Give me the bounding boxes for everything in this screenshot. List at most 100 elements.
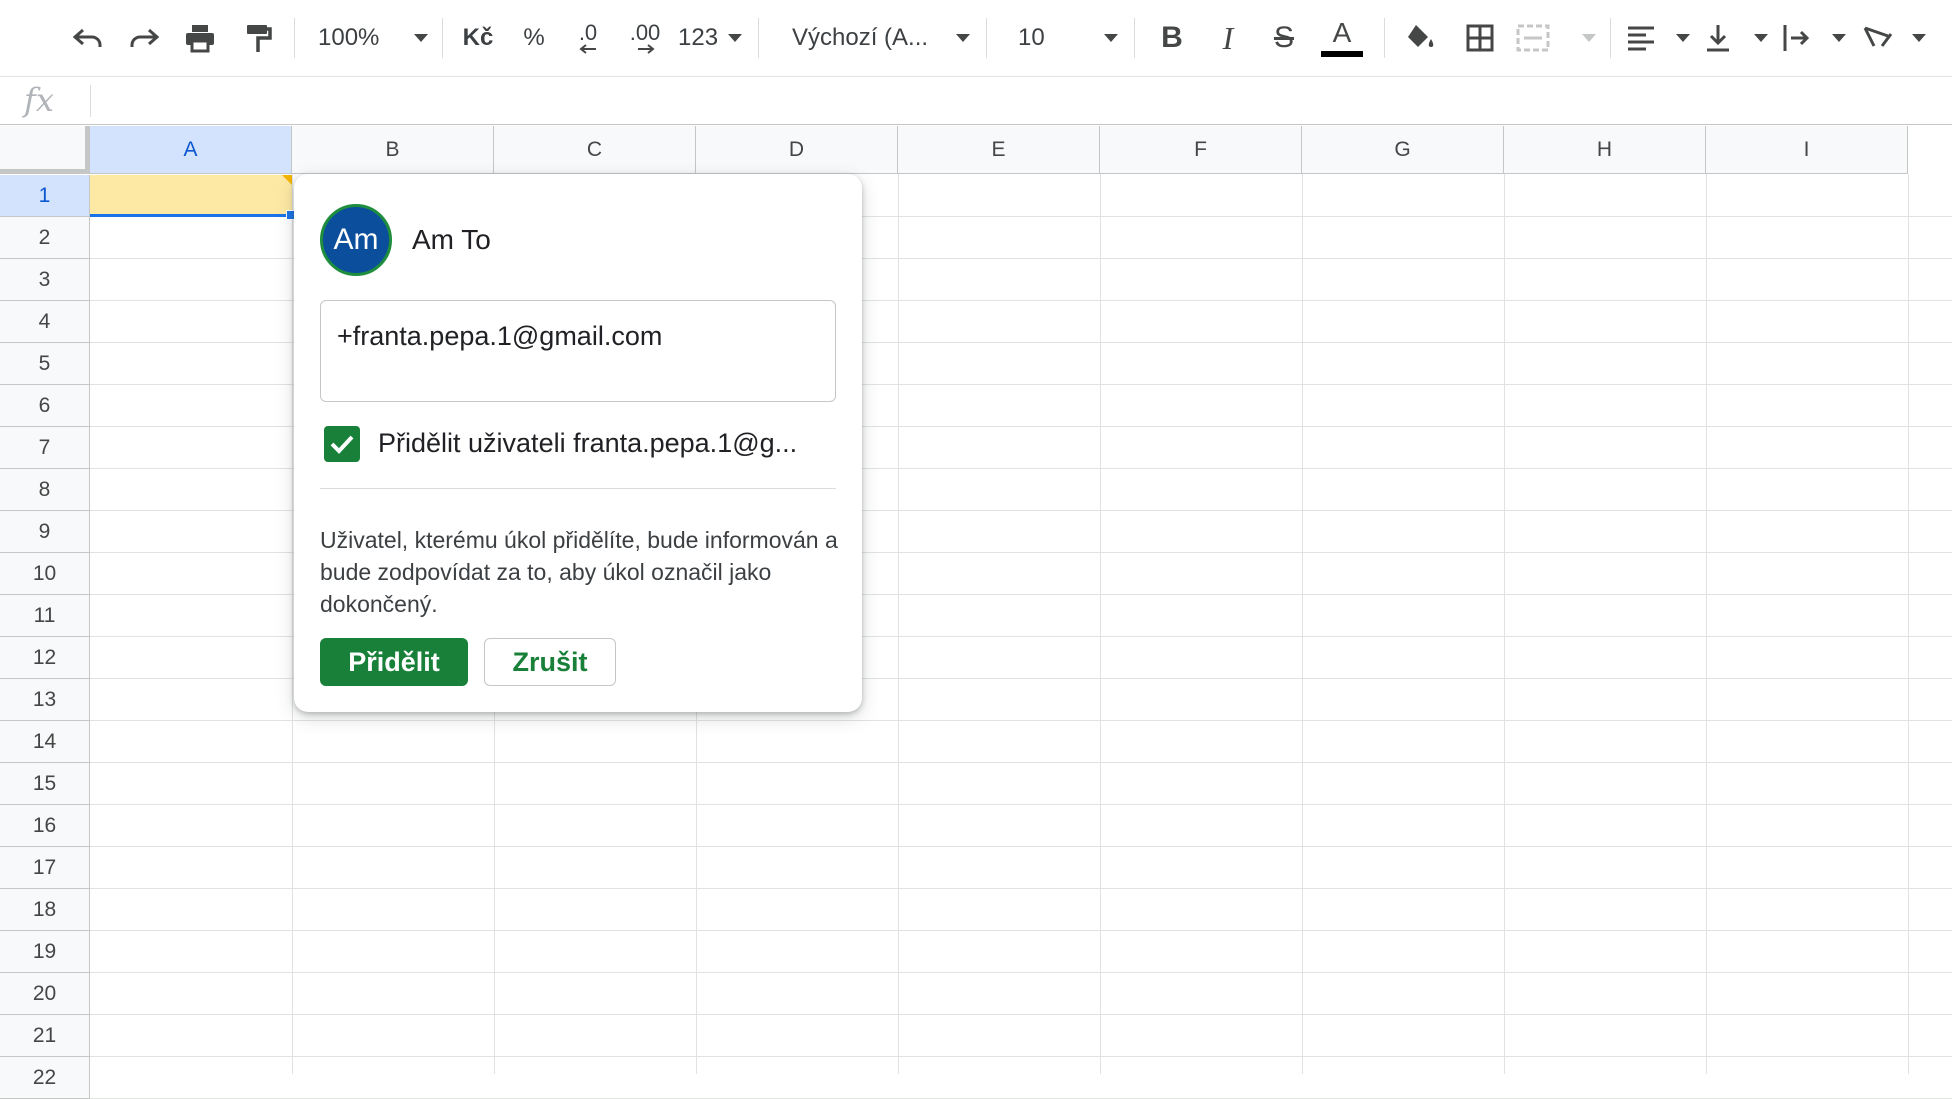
horizontal-align-icon bbox=[1628, 26, 1654, 51]
toolbar-divider bbox=[1134, 18, 1135, 58]
row-header-22[interactable]: 22 bbox=[0, 1057, 90, 1099]
assign-task-popup: Am Am To +franta.pepa.1@gmail.com Přiděl… bbox=[294, 174, 862, 712]
popup-divider bbox=[320, 488, 836, 489]
undo-icon[interactable] bbox=[66, 14, 110, 62]
chevron-down-icon bbox=[1104, 34, 1118, 42]
number-format-select[interactable]: 123 bbox=[678, 14, 742, 62]
font-family-select[interactable]: Výchozí (A... bbox=[792, 14, 970, 62]
row-header-11[interactable]: 11 bbox=[0, 595, 90, 637]
row-header-9[interactable]: 9 bbox=[0, 511, 90, 553]
borders-icon[interactable] bbox=[1458, 14, 1502, 62]
column-header-h[interactable]: H bbox=[1504, 126, 1706, 174]
assign-button[interactable]: Přidělit bbox=[320, 638, 468, 686]
font-size-select[interactable]: 10 bbox=[1018, 14, 1118, 62]
row-header-4[interactable]: 4 bbox=[0, 301, 90, 343]
print-icon[interactable] bbox=[178, 14, 222, 62]
chevron-down-icon bbox=[1582, 34, 1596, 42]
chevron-down-icon bbox=[1754, 34, 1768, 42]
row-header-6[interactable]: 6 bbox=[0, 385, 90, 427]
toolbar-divider bbox=[1384, 18, 1385, 58]
select-all-corner[interactable] bbox=[0, 126, 90, 174]
chevron-down-icon bbox=[956, 34, 970, 42]
bold-icon[interactable]: B bbox=[1152, 14, 1192, 62]
row-gridline bbox=[90, 804, 1952, 805]
formula-input[interactable] bbox=[100, 77, 1952, 125]
row-header-1[interactable]: 1 bbox=[0, 175, 90, 217]
row-header-15[interactable]: 15 bbox=[0, 763, 90, 805]
vertical-align-select[interactable] bbox=[1704, 14, 1768, 62]
column-gridline bbox=[898, 174, 899, 1074]
column-header-i[interactable]: I bbox=[1706, 126, 1908, 174]
increase-decimal-button[interactable]: .00 bbox=[620, 14, 670, 62]
row-gridline bbox=[90, 846, 1952, 847]
row-header-20[interactable]: 20 bbox=[0, 973, 90, 1015]
chevron-down-icon bbox=[1832, 34, 1846, 42]
fx-icon: fx bbox=[24, 81, 54, 119]
formula-bar-divider bbox=[90, 85, 91, 117]
chevron-down-icon bbox=[1676, 34, 1690, 42]
row-header-19[interactable]: 19 bbox=[0, 931, 90, 973]
redo-icon[interactable] bbox=[122, 14, 166, 62]
text-rotation-icon bbox=[1863, 26, 1893, 47]
chevron-down-icon bbox=[728, 34, 742, 42]
row-header-17[interactable]: 17 bbox=[0, 847, 90, 889]
spreadsheet-grid[interactable]: ABCDEFGHI 1 2 3 4 5 6 7 8 9 10 11 12 13 14 15 16 17 18 19 2… bbox=[0, 126, 1952, 1099]
row-header-3[interactable]: 3 bbox=[0, 259, 90, 301]
row-header-13[interactable]: 13 bbox=[0, 679, 90, 721]
toolbar-divider bbox=[986, 18, 987, 58]
merge-cells-icon bbox=[1516, 24, 1550, 52]
cancel-button[interactable]: Zrušit bbox=[484, 638, 616, 686]
column-header-e[interactable]: E bbox=[898, 126, 1100, 174]
toolbar-divider bbox=[758, 18, 759, 58]
column-gridline bbox=[292, 174, 293, 1074]
selected-cell-a1[interactable] bbox=[90, 175, 292, 217]
strikethrough-icon[interactable]: S bbox=[1264, 14, 1304, 62]
decrease-decimal-button[interactable]: .0 bbox=[566, 14, 610, 62]
row-header-10[interactable]: 10 bbox=[0, 553, 90, 595]
toolbar: 100% Kč % .0 .00 123 Výchozí (A... 10 B … bbox=[0, 0, 1952, 77]
arrow-left-icon bbox=[579, 44, 596, 54]
assign-checkbox[interactable] bbox=[324, 426, 360, 462]
row-gridline bbox=[90, 762, 1952, 763]
currency-format-button[interactable]: Kč bbox=[458, 14, 498, 62]
column-header-a[interactable]: A bbox=[90, 126, 292, 174]
row-header-5[interactable]: 5 bbox=[0, 343, 90, 385]
horizontal-align-select[interactable] bbox=[1626, 14, 1690, 62]
zoom-select[interactable]: 100% bbox=[318, 14, 428, 62]
assign-checkbox-label[interactable]: Přidělit uživateli franta.pepa.1@g... bbox=[378, 428, 818, 459]
column-header-c[interactable]: C bbox=[494, 126, 696, 174]
row-header-12[interactable]: 12 bbox=[0, 637, 90, 679]
row-header-7[interactable]: 7 bbox=[0, 427, 90, 469]
row-gridline bbox=[90, 1056, 1952, 1057]
column-gridline bbox=[1100, 174, 1101, 1074]
formula-bar: fx bbox=[0, 77, 1952, 125]
comment-input[interactable]: +franta.pepa.1@gmail.com bbox=[320, 300, 836, 402]
toolbar-divider bbox=[442, 18, 443, 58]
text-color-icon[interactable]: A bbox=[1320, 14, 1364, 62]
text-wrapping-select[interactable] bbox=[1782, 14, 1846, 62]
row-header-16[interactable]: 16 bbox=[0, 805, 90, 847]
fill-color-icon[interactable] bbox=[1398, 14, 1442, 62]
row-header-18[interactable]: 18 bbox=[0, 889, 90, 931]
paint-format-icon[interactable] bbox=[236, 14, 280, 62]
mention-text: +franta.pepa.1@gmail.com bbox=[337, 321, 663, 351]
column-header-g[interactable]: G bbox=[1302, 126, 1504, 174]
row-header-2[interactable]: 2 bbox=[0, 217, 90, 259]
column-gridline bbox=[1706, 174, 1707, 1074]
italic-icon[interactable]: I bbox=[1208, 14, 1248, 62]
row-gridline bbox=[90, 888, 1952, 889]
merge-cells-select[interactable] bbox=[1516, 14, 1596, 62]
avatar: Am bbox=[320, 204, 392, 276]
checkmark-icon bbox=[330, 435, 354, 454]
row-header-8[interactable]: 8 bbox=[0, 469, 90, 511]
column-header-f[interactable]: F bbox=[1100, 126, 1302, 174]
row-gridline bbox=[90, 720, 1952, 721]
row-header-14[interactable]: 14 bbox=[0, 721, 90, 763]
row-header-21[interactable]: 21 bbox=[0, 1015, 90, 1057]
column-header-d[interactable]: D bbox=[696, 126, 898, 174]
toolbar-divider bbox=[1610, 18, 1611, 58]
zoom-value: 100% bbox=[318, 24, 380, 51]
percent-format-button[interactable]: % bbox=[514, 14, 554, 62]
column-header-b[interactable]: B bbox=[292, 126, 494, 174]
text-rotation-select[interactable] bbox=[1862, 14, 1926, 62]
